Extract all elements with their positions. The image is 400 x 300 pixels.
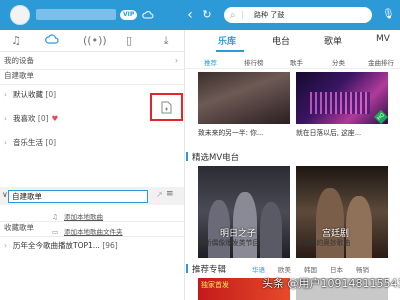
featured-playlist-tile[interactable]: HQ	[296, 72, 388, 124]
active-tab-underline	[216, 50, 244, 52]
tile-caption[interactable]: 就在日落以后, 这座...	[296, 127, 388, 137]
username-placeholder[interactable]	[36, 9, 116, 20]
my-device-header[interactable]: 我的设备 ›	[4, 55, 178, 67]
my-device-label: 我的设备	[4, 56, 34, 65]
person-figure	[233, 192, 257, 258]
playlist-item-default[interactable]: › 默认收藏 [0]	[4, 88, 179, 102]
search-input[interactable]: ⌕ 路种 了鼓	[224, 7, 372, 23]
playlist-name-input[interactable]: 自建歌单	[8, 190, 148, 203]
mv-caption[interactable]: 全新偶像爆发类节目	[198, 237, 290, 247]
download-icon[interactable]: ⤓	[158, 33, 174, 49]
subtab-singers[interactable]: 歌手	[290, 57, 303, 67]
person-figure	[260, 202, 282, 258]
section-accent	[186, 152, 188, 161]
music-app-window: VIP ‹ ↻ ⌕ 路种 了鼓 🎙 ♫ ((•)) ▯ ⤓ 我的设备 › 自建歌…	[0, 0, 400, 300]
playlist-count: [96]	[102, 241, 118, 250]
album-tab-japanese[interactable]: 日本	[330, 264, 343, 274]
exclusive-banner: 独家首发	[201, 281, 229, 289]
album-tab-chinese[interactable]: 华语	[252, 264, 265, 274]
playlist-item-liked[interactable]: › 我喜欢 [0] ♥	[4, 112, 179, 126]
collected-playlists-header: 收藏歌单	[4, 223, 34, 232]
tab-library[interactable]: 乐库	[218, 34, 236, 47]
album-tab-korean[interactable]: 韩国	[304, 264, 317, 274]
tab-radio[interactable]: 电台	[272, 34, 290, 47]
playlist-label: 默认收藏	[13, 90, 43, 99]
divider	[0, 84, 184, 85]
subtab-categories[interactable]: 分类	[332, 57, 345, 67]
back-arrow-icon[interactable]: ‹	[183, 7, 197, 23]
chevron-right-icon: ›	[175, 56, 178, 65]
sidebar: ♫ ((•)) ▯ ⤓ 我的设备 › 自建歌单 › 默认收藏 [0] › 我喜欢 […	[0, 30, 185, 300]
new-playlist-edit-row: ∨ 自建歌单 ↗ ≡	[0, 187, 184, 205]
watermark: 头条 @用户1091481155438	[262, 277, 400, 290]
chevron-down-icon: ∨	[2, 190, 8, 199]
microphone-icon[interactable]: 🎙	[382, 7, 395, 23]
section-accent	[186, 264, 188, 273]
recommend-albums-header: 推荐专辑	[186, 263, 226, 275]
divider	[0, 236, 184, 237]
search-divider	[242, 11, 243, 19]
album-tab-western[interactable]: 欧美	[278, 264, 291, 274]
tab-mv[interactable]: MV	[376, 34, 390, 44]
search-icon: ⌕	[230, 10, 236, 21]
hq-badge: HQ	[373, 109, 388, 124]
chevron-right-icon: ›	[4, 90, 7, 99]
sidebar-tabs: ♫ ((•)) ▯ ⤓	[0, 30, 185, 52]
chevron-right-icon: ›	[4, 114, 7, 123]
playlist-count: [0]	[45, 90, 57, 99]
title-bar: VIP ‹ ↻ ⌕ 路种 了鼓 🎙	[0, 0, 400, 30]
sub-tabs: 推荐 排行榜 歌手 分类 金曲排行	[186, 55, 400, 69]
device-icon[interactable]: ▯	[121, 33, 137, 49]
tab-playlists[interactable]: 歌单	[324, 34, 342, 47]
recommend-albums-title: 推荐专辑	[192, 265, 227, 275]
share-icon[interactable]: ↗	[156, 190, 163, 199]
vip-badge[interactable]: VIP	[120, 10, 138, 20]
refresh-icon[interactable]: ↻	[200, 7, 214, 23]
mv-caption[interactable]: 深宫剧的奥妙歌曲	[296, 237, 388, 247]
subtab-charts[interactable]: 排行榜	[244, 57, 264, 67]
playlist-count: [0]	[45, 138, 57, 147]
mv-section-header: 精选MV电台	[186, 151, 239, 163]
avatar[interactable]	[10, 5, 30, 25]
created-playlists-header: 自建歌单	[4, 71, 34, 80]
chevron-right-icon: ›	[4, 138, 7, 147]
cloud-sync-icon[interactable]	[142, 9, 154, 21]
subtab-golden-charts[interactable]: 金曲排行	[368, 57, 394, 67]
cloud-icon[interactable]	[44, 33, 60, 49]
city-image	[310, 92, 370, 114]
playlist-label: 历年全今歌曲播放TOP1...	[13, 241, 100, 250]
recommend-albums-row: 推荐专辑 华语 欧美 韩国 日本 畅销	[186, 263, 400, 275]
main-tabs: 乐库 电台 歌单 MV	[186, 30, 400, 52]
menu-icon[interactable]: ≡	[166, 189, 174, 199]
mv-section-title: 精选MV电台	[192, 153, 240, 163]
radio-icon[interactable]: ((•))	[83, 33, 107, 49]
person-figure	[346, 196, 372, 258]
main-content: 乐库 电台 歌单 MV 推荐 排行榜 歌手 分类 金曲排行 HQ 致未来的另一半…	[186, 30, 400, 300]
search-value: 路种 了鼓	[254, 11, 285, 19]
heart-icon: ♥	[51, 114, 59, 123]
add-local-song-label: 添加本地歌曲	[64, 213, 103, 221]
playlist-label: 我喜欢	[13, 114, 36, 123]
playlist-label: 音乐生活	[13, 138, 43, 147]
music-note-icon[interactable]: ♫	[8, 33, 24, 49]
playlist-count: [0]	[37, 114, 49, 123]
chevron-right-icon: ›	[4, 241, 7, 250]
featured-playlist-tile[interactable]	[198, 72, 290, 124]
album-tab-bestselling[interactable]: 畅销	[356, 264, 369, 274]
playlist-item-music-life[interactable]: › 音乐生活 [0]	[4, 136, 179, 150]
person-figure	[316, 188, 344, 258]
subtab-recommend[interactable]: 推荐	[204, 57, 217, 67]
tile-caption[interactable]: 致未来的另一半: 你...	[198, 127, 290, 137]
collected-playlist-item[interactable]: › 历年全今歌曲播放TOP1... [96]	[4, 239, 179, 253]
